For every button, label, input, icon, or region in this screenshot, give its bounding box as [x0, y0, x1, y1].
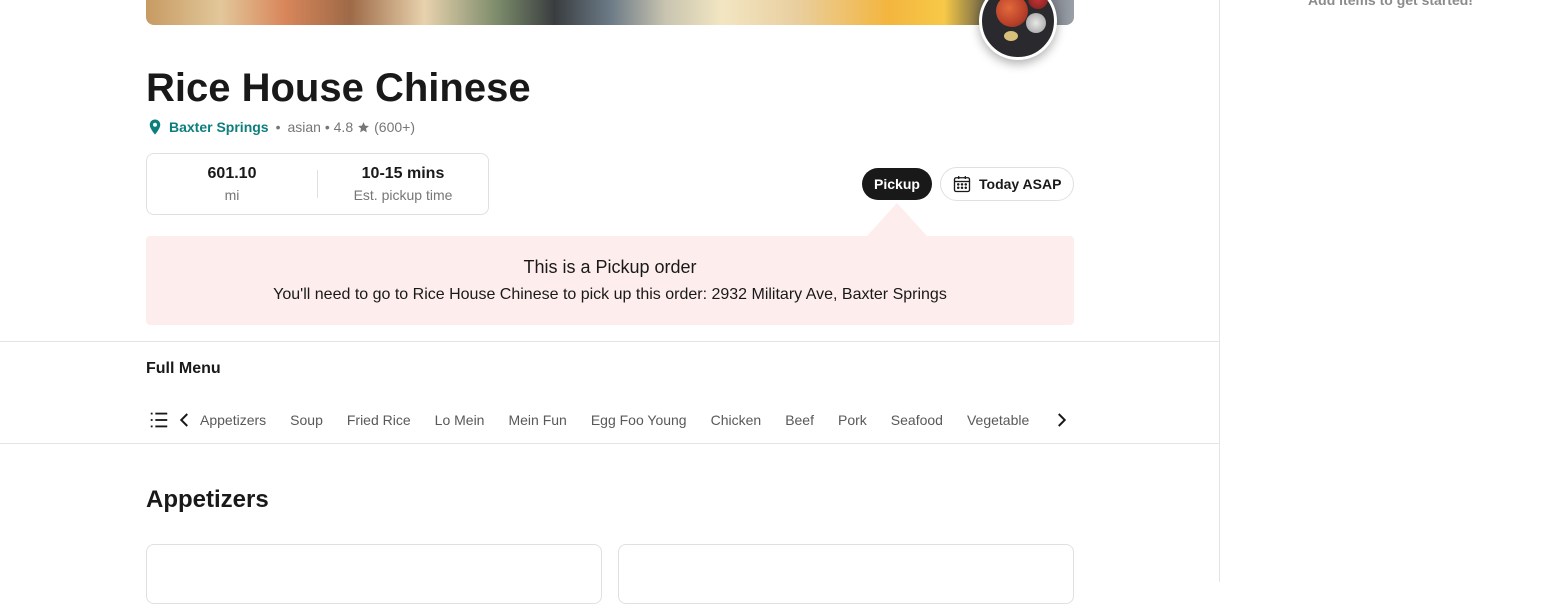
location-pin-icon [149, 119, 161, 135]
divider [0, 443, 1220, 444]
menu-item-card[interactable] [618, 544, 1074, 604]
cart-panel: Add items to get started! [1221, 0, 1560, 582]
category-tab[interactable]: Beef [785, 412, 814, 428]
schedule-label: Today ASAP [979, 176, 1062, 192]
category-tab[interactable]: Pork [838, 412, 867, 428]
divider [0, 341, 1220, 342]
category-tab[interactable]: Egg Foo Young [591, 412, 687, 428]
pickup-banner: This is a Pickup order You'll need to go… [146, 236, 1074, 325]
pickup-button[interactable]: Pickup [862, 168, 932, 200]
meta-separator: • [275, 119, 281, 135]
distance-label: mi [224, 187, 240, 203]
time-label: Est. pickup time [353, 187, 453, 203]
schedule-button[interactable]: Today ASAP [940, 167, 1074, 201]
category-tab[interactable]: Fried Rice [347, 412, 411, 428]
category-nav: Appetizers Soup Fried Rice Lo Mein Mein … [146, 404, 1074, 436]
cuisine-rating: asian • 4.8 [287, 119, 354, 135]
full-menu-heading: Full Menu [146, 360, 221, 377]
delivery-stats: 601.10 mi 10-15 mins Est. pickup time [146, 153, 489, 215]
distance-stat: 601.10 mi [147, 165, 317, 203]
restaurant-name: Rice House Chinese [146, 66, 531, 110]
category-tab[interactable]: Chicken [711, 412, 762, 428]
list-icon[interactable] [148, 409, 170, 431]
location-link[interactable]: Baxter Springs [169, 119, 269, 135]
category-tab[interactable]: Seafood [891, 412, 943, 428]
category-tab[interactable]: Vegetable [967, 412, 1029, 428]
hero-image [146, 0, 1074, 25]
banner-title: This is a Pickup order [523, 257, 697, 277]
cart-empty-text: Add items to get started! [1308, 0, 1473, 8]
banner-pointer [867, 203, 927, 236]
banner-subtitle: You'll need to go to Rice House Chinese … [273, 286, 947, 303]
restaurant-logo [979, 0, 1057, 60]
category-tab[interactable]: Appetizers [200, 412, 266, 428]
restaurant-meta: Baxter Springs • asian • 4.8 (600+) [146, 118, 415, 136]
calendar-icon [953, 176, 971, 193]
category-tab[interactable]: Lo Mein [435, 412, 485, 428]
main-content: Rice House Chinese Baxter Springs • asia… [0, 0, 1220, 604]
chevron-left-icon[interactable] [176, 411, 194, 429]
review-count: (600+) [374, 119, 415, 135]
category-tab[interactable]: Soup [290, 412, 323, 428]
time-value: 10-15 mins [361, 165, 445, 182]
time-stat: 10-15 mins Est. pickup time [318, 165, 488, 203]
category-tab[interactable]: Mein Fun [508, 412, 566, 428]
section-title: Appetizers [146, 486, 269, 513]
distance-value: 601.10 [207, 165, 257, 182]
chevron-right-icon[interactable] [1052, 411, 1070, 429]
star-icon [358, 121, 370, 132]
menu-item-card[interactable] [146, 544, 602, 604]
